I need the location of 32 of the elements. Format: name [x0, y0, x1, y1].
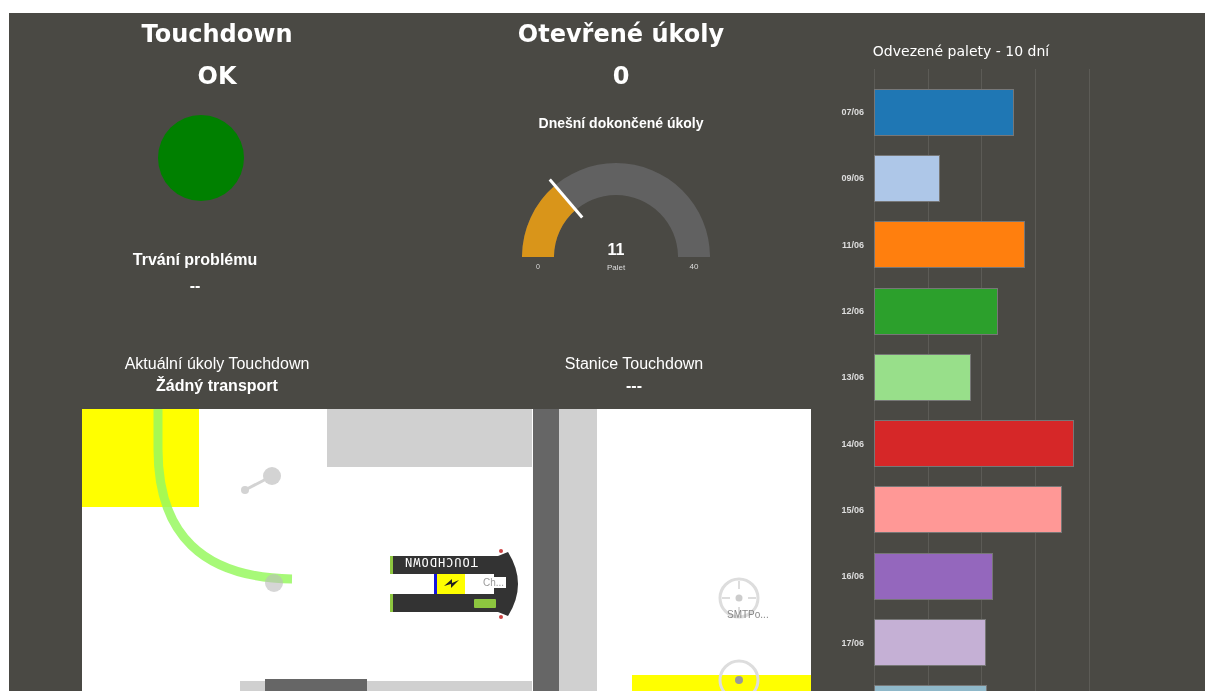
station-label: SMTPo... [727, 609, 769, 620]
bar-label: 12/06 [840, 306, 865, 317]
bar-label: 09/06 [840, 173, 865, 184]
gauge-needle [548, 178, 584, 219]
gauge-value: 11 [607, 241, 625, 258]
robot-station-label: Ch... [481, 577, 507, 588]
current-tasks-value: Žádný transport [156, 375, 278, 396]
station-title: Stanice Touchdown [564, 354, 704, 374]
waypoint-icon [241, 467, 281, 494]
status-text: OK [197, 61, 237, 91]
bar-label: 07/06 [840, 107, 865, 118]
bar-label: 14/06 [840, 438, 865, 449]
problem-duration-label: Trvání problému [132, 251, 258, 269]
gauge-title: Dnešní dokončené úkoly [538, 115, 704, 131]
bar-label: 16/06 [840, 571, 865, 582]
gauge-fill [522, 185, 576, 257]
bar-label: 13/06 [840, 372, 865, 383]
touchdown-title: Touchdown [141, 19, 293, 49]
bar-label: 11/06 [840, 239, 865, 250]
problem-duration-value: -- [189, 277, 201, 295]
chart-title: Odvezené palety - 10 dní [872, 43, 1050, 59]
open-tasks-title: Otevřené úkoly [517, 19, 725, 49]
station-value: --- [626, 376, 642, 396]
gauge-unit: Palet [606, 263, 626, 272]
robot-label: TOUCHDOWN [404, 555, 479, 569]
open-tasks-count: 0 [612, 61, 630, 91]
bar-label: 17/06 [840, 637, 865, 648]
current-tasks-title: Aktuální úkoly Touchdown [124, 354, 310, 374]
bar-label: 15/06 [840, 504, 865, 515]
gauge-max: 40 [689, 262, 699, 271]
waypoint-icon [265, 574, 283, 592]
target-icon [718, 659, 760, 691]
